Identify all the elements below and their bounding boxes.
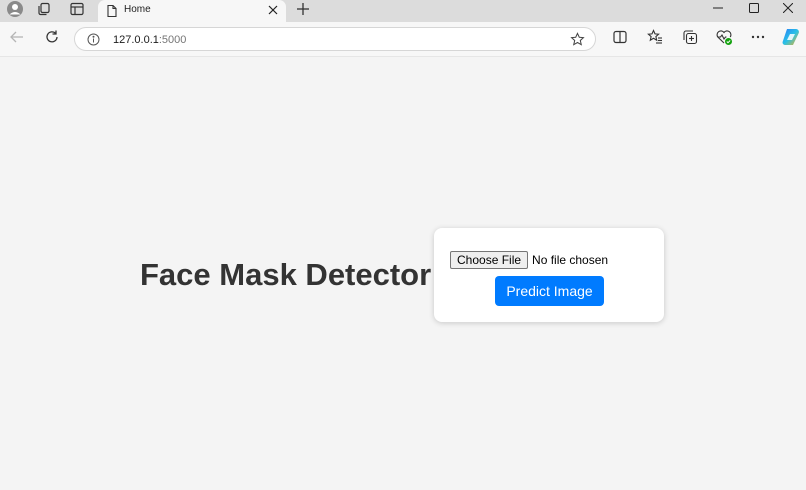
predict-image-button[interactable]: Predict Image [495,276,604,306]
workspaces-button[interactable] [29,0,59,22]
maximize-icon [749,0,759,18]
workspaces-icon [36,1,52,22]
back-button[interactable] [5,27,29,51]
address-bar[interactable]: 127.0.0.1:5000 [74,27,596,51]
collections-button[interactable] [678,27,702,51]
maximize-button[interactable] [736,0,772,18]
tab-strip: Home [0,0,806,22]
more-button[interactable] [746,27,770,51]
favorites-icon [647,28,663,50]
address-url: 127.0.0.1:5000 [113,34,186,46]
info-icon[interactable] [87,33,100,51]
minimize-icon [713,0,723,18]
page-title: Face Mask Detector [140,257,432,292]
tab-home[interactable]: Home [98,0,286,22]
address-port: :5000 [158,34,187,46]
close-tab-button[interactable] [266,3,280,19]
star-icon[interactable] [570,32,585,52]
file-status-text: No file chosen [532,253,609,267]
upload-form-card: Choose File No file chosen Predict Image [434,228,664,322]
tab-actions-icon [69,1,85,22]
more-icon [750,29,766,50]
address-host: 127.0.0.1 [113,34,159,46]
browser-toolbar: 127.0.0.1:5000 [0,22,806,57]
close-icon [782,0,794,18]
page-icon [105,4,119,23]
refresh-button[interactable] [40,27,64,51]
close-window-button[interactable] [770,0,806,18]
tab-actions-button[interactable] [62,0,92,22]
file-input[interactable]: Choose File No file chosen [450,251,608,269]
refresh-icon [44,29,60,50]
favorites-button[interactable] [643,27,667,51]
split-screen-icon [612,29,628,50]
collections-icon [682,29,698,50]
tab-title: Home [124,4,151,15]
profile-icon [6,0,24,23]
profile-button[interactable] [0,0,30,22]
copilot-button[interactable] [779,27,803,51]
new-tab-button[interactable] [288,0,318,22]
browser-essentials-button[interactable] [712,27,736,51]
copilot-icon [781,27,801,52]
choose-file-button[interactable]: Choose File [450,251,529,269]
split-screen-button[interactable] [608,27,632,51]
close-icon [268,2,278,20]
minimize-button[interactable] [700,0,736,18]
page-content: Face Mask Detector Choose File No file c… [0,57,806,490]
heart-pulse-icon [715,28,733,51]
back-arrow-icon [9,29,25,50]
plus-icon [296,2,310,21]
